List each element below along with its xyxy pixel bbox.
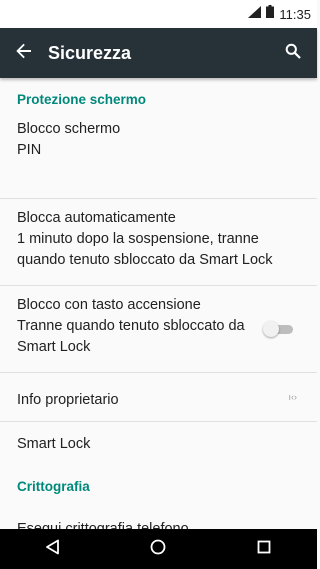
- switch-thumb: [263, 321, 279, 337]
- pref-encrypt-phone[interactable]: Esegui crittografia telefono: [0, 506, 317, 529]
- navigation-bar: [0, 529, 317, 569]
- pref-screen-lock[interactable]: Blocco schermo PIN: [0, 116, 317, 198]
- settings-list: Protezione schermo Blocco schermo PIN Bl…: [0, 78, 317, 529]
- pref-owner-info[interactable]: Info proprietario ı‹›: [0, 373, 317, 421]
- arrow-back-icon: [16, 43, 32, 64]
- pref-smart-lock[interactable]: Smart Lock: [0, 422, 317, 464]
- pref-title: Blocco schermo: [17, 121, 121, 137]
- pref-title: Blocca automaticamente: [17, 210, 176, 226]
- pref-summary: 1 minuto dopo la sospensione, tranne qua…: [17, 231, 273, 268]
- pref-title: Info proprietario: [17, 392, 119, 408]
- nav-home-button[interactable]: [138, 529, 178, 569]
- nav-back-button[interactable]: [33, 529, 73, 569]
- back-button[interactable]: [10, 39, 38, 67]
- page-title: Sicurezza: [48, 42, 132, 63]
- owner-info-widget: ı‹›: [288, 392, 298, 402]
- pref-title: Esegui crittografia telefono: [17, 521, 189, 529]
- section-header-screen-protection: Protezione schermo: [17, 92, 147, 107]
- search-icon: [285, 43, 301, 64]
- pref-title: Blocco con tasto accensione: [17, 297, 201, 313]
- clock: 11:35: [279, 6, 311, 22]
- app-bar: Sicurezza: [0, 28, 317, 78]
- recents-square-icon: [257, 540, 271, 559]
- status-bar: 11:35: [0, 0, 317, 28]
- pref-power-button-lock[interactable]: Blocco con tasto accensione Tranne quand…: [0, 286, 317, 372]
- battery-icon: [266, 5, 275, 23]
- section-header-encryption: Crittografia: [17, 479, 90, 494]
- pref-title: Smart Lock: [17, 436, 91, 452]
- pref-summary: PIN: [17, 142, 42, 158]
- pref-summary: Tranne quando tenuto sbloccato da Smart …: [17, 318, 245, 355]
- search-button[interactable]: [279, 39, 307, 67]
- signal-icon: [248, 5, 262, 23]
- power-button-lock-switch[interactable]: [263, 321, 295, 337]
- back-triangle-icon: [45, 539, 61, 560]
- nav-recents-button[interactable]: [244, 529, 284, 569]
- pref-auto-lock[interactable]: Blocca automaticamente 1 minuto dopo la …: [0, 199, 317, 285]
- home-circle-icon: [150, 539, 166, 560]
